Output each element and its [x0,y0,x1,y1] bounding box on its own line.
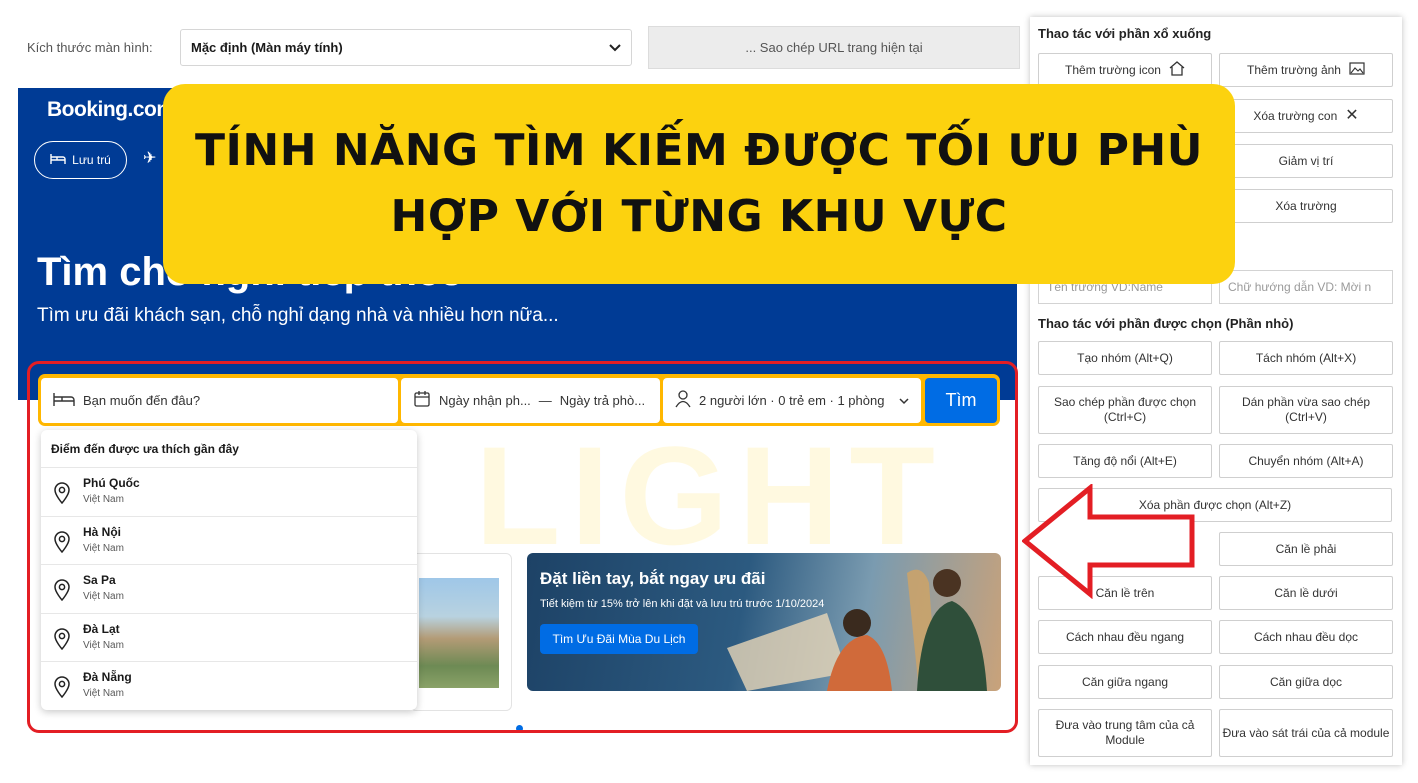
highlight-frame [27,361,1018,733]
raise-button[interactable]: Tăng độ nổi (Alt+E) [1038,444,1212,478]
screen-size-select[interactable]: Mặc định (Màn máy tính) [180,29,632,66]
ungroup-button[interactable]: Tách nhóm (Alt+X) [1219,341,1393,375]
headline-line-2: HỢP VỚI TỪNG KHU VỰC [390,191,1008,242]
space-vertical-button[interactable]: Cách nhau đều dọc [1219,620,1393,654]
copy-selected-button[interactable]: Sao chép phần được chọn (Ctrl+C) [1038,386,1212,434]
decrease-position-button[interactable]: Giảm vị trí [1219,144,1393,178]
red-arrow-icon [1022,484,1195,599]
align-bottom-button[interactable]: Căn lề dưới [1219,576,1393,610]
headline-banner: TÍNH NĂNG TÌM KIẾM ĐƯỢC TỐI ƯU PHÙ HỢP V… [163,84,1235,284]
nav-stays-label: Lưu trú [72,153,111,167]
space-horizontal-button[interactable]: Cách nhau đều ngang [1038,620,1212,654]
plane-icon[interactable]: ✈ [143,148,156,168]
add-icon-field-button[interactable]: Thêm trường icon [1038,53,1212,87]
add-image-field-button[interactable]: Thêm trường ảnh [1219,53,1393,87]
screen-size-value: Mặc định (Màn máy tính) [191,40,343,55]
center-horizontal-button[interactable]: Căn giữa ngang [1038,665,1212,699]
home-icon [1169,60,1185,80]
center-module-button[interactable]: Đưa vào trung tâm của cả Module [1038,709,1212,757]
left-module-button[interactable]: Đưa vào sát trái của cả module [1219,709,1393,757]
hint-text-input[interactable]: Chữ hướng dẫn VD: Mời n [1219,270,1393,304]
hero-subtitle: Tìm ưu đãi khách sạn, chỗ nghỉ dạng nhà … [37,305,559,326]
group-button[interactable]: Tạo nhóm (Alt+Q) [1038,341,1212,375]
paste-button[interactable]: Dán phần vừa sao chép (Ctrl+V) [1219,386,1393,434]
chevron-down-icon [609,40,621,55]
add-icon-field-label: Thêm trường icon [1065,62,1161,77]
close-icon: ✕ [1345,107,1359,124]
center-vertical-button[interactable]: Căn giữa dọc [1219,665,1393,699]
add-image-field-label: Thêm trường ảnh [1247,62,1341,77]
dropdown-actions-heading: Thao tác với phần xổ xuống [1038,26,1212,41]
copy-url-button[interactable]: ... Sao chép URL trang hiện tại [648,26,1020,69]
selection-actions-heading: Thao tác với phần được chọn (Phần nhỏ) [1038,316,1294,331]
headline-line-1: TÍNH NĂNG TÌM KIẾM ĐƯỢC TỐI ƯU PHÙ [195,125,1203,176]
screen-size-label: Kích thước màn hình: [27,40,153,55]
booking-logo[interactable]: Booking.com [47,98,175,122]
remove-field-button[interactable]: Xóa trường [1219,189,1393,223]
nav-stays-tab[interactable]: Lưu trú [34,141,127,179]
align-right-button[interactable]: Căn lề phải [1219,532,1393,566]
image-icon [1349,61,1365,79]
move-group-button[interactable]: Chuyển nhóm (Alt+A) [1219,444,1393,478]
bed-icon [50,153,66,168]
remove-child-field-label: Xóa trường con [1253,108,1338,123]
remove-child-field-button[interactable]: Xóa trường con ✕ [1219,99,1393,133]
